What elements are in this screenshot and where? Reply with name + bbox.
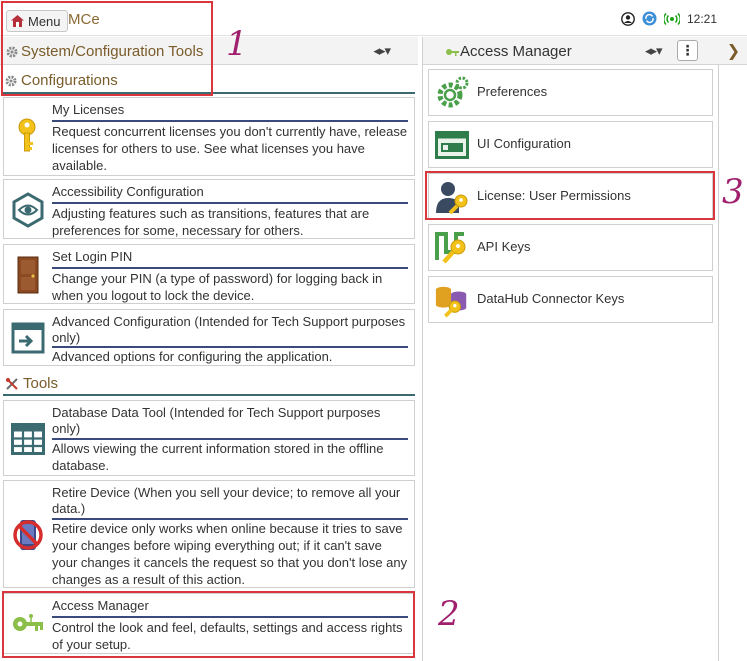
api-keys-label: API Keys [477,239,531,254]
card-description: Advanced options for configuring the app… [52,349,333,364]
menu-button[interactable]: Menu [6,10,68,32]
key-icon [8,116,48,156]
circuit-key-icon [8,604,48,644]
table-icon [8,419,48,459]
user-key-icon [434,179,470,215]
card-description: Request concurrent licenses you don't cu… [52,124,408,173]
more-options-button[interactable]: ⋮ [677,40,698,61]
access-manager-card[interactable]: Access Manager Control the look and feel… [3,593,415,654]
annotation-number-2: 2 [438,594,460,634]
my-licenses-card[interactable]: My Licenses Request concurrent licenses … [3,97,415,176]
card-title: Retire Device (When you sell your device… [52,485,401,516]
eye-cube-icon [8,190,48,230]
right-panel-header: Access Manager ◂▸▾ ⋮ [423,37,720,65]
circuit-key-icon [446,49,459,56]
card-description: Change your PIN (a type of password) for… [52,271,383,303]
no-device-icon [8,515,48,555]
card-title: My Licenses [52,102,125,117]
annotation-number-3: 3 [722,172,744,212]
set-login-pin-card[interactable]: Set Login PIN Change your PIN (a type of… [3,244,415,304]
next-panel-chevron-icon[interactable]: ❯ [720,37,747,65]
user-icon[interactable] [621,11,635,26]
card-title: Access Manager [52,598,149,613]
accessibility-configuration-card[interactable]: Accessibility Configuration Adjusting fe… [3,179,415,239]
card-description: Retire device only works when online bec… [52,521,408,587]
menu-label: Menu [28,13,61,29]
configurations-label: Configurations [21,72,118,89]
access-manager-panel: Access Manager ◂▸▾ ⋮ Preferences UI Conf… [422,37,720,661]
database-data-tool-card[interactable]: Database Data Tool (Intended for Tech Su… [3,400,415,476]
api-key-icon [434,230,470,266]
card-divider [52,267,408,269]
datahub-connector-keys-label: DataHub Connector Keys [477,291,625,306]
left-panel-title: System/Configuration Tools [21,43,204,60]
ui-configuration-item[interactable]: UI Configuration [428,121,713,168]
card-title: Advanced Configuration (Intended for Tec… [52,314,406,345]
right-panel-title: Access Manager [460,43,572,60]
card-divider [52,120,408,122]
tools-icon [6,377,18,390]
ui-configuration-label: UI Configuration [477,136,571,151]
advanced-configuration-card[interactable]: Advanced Configuration (Intended for Tec… [3,309,415,366]
card-description: Allows viewing the current information s… [52,441,384,473]
configurations-section-title: Configurations [5,72,118,89]
section-divider [3,394,415,396]
card-description: Adjusting features such as transitions, … [52,206,370,238]
house-icon [11,15,24,27]
tools-label: Tools [23,375,59,392]
gear-icon [5,75,17,86]
tools-section-title: Tools [5,375,58,392]
top-bar: Menu MCe 12:21 [0,0,747,36]
retire-device-card[interactable]: Retire Device (When you sell your device… [3,480,415,588]
card-divider [52,202,408,204]
status-area: 12:21 [621,11,717,26]
clock: 12:21 [686,11,717,26]
api-keys-item[interactable]: API Keys [428,224,713,271]
ui-window-icon [434,127,470,163]
card-description: Control the look and feel, defaults, set… [52,620,403,652]
license-user-permissions-item[interactable]: License: User Permissions [428,173,713,220]
preferences-label: Preferences [477,84,548,99]
door-icon [8,255,48,295]
gears-icon [434,75,470,111]
preferences-item[interactable]: Preferences [428,69,713,116]
gear-icon [6,46,18,58]
signal-icon [663,12,680,25]
annotation-number-1: 1 [226,24,248,64]
database-key-icon [434,282,470,318]
window-arrow-icon [8,318,48,358]
card-divider [52,616,408,618]
card-title: Database Data Tool (Intended for Tech Su… [52,405,381,436]
datahub-connector-keys-item[interactable]: DataHub Connector Keys [428,276,713,323]
system-configuration-panel: System/Configuration Tools ◂▸▾ Configura… [0,37,418,661]
card-title: Set Login PIN [52,249,133,264]
license-user-permissions-label: License: User Permissions [477,188,631,203]
panel-toggle-button[interactable]: ◂▸▾ [645,43,663,59]
left-panel-header: System/Configuration Tools ◂▸▾ [0,37,418,65]
card-title: Accessibility Configuration [52,184,204,199]
panel-toggle-button[interactable]: ◂▸▾ [373,43,391,59]
sync-icon[interactable] [642,11,657,26]
app-name: MCe [68,11,100,28]
section-divider [3,92,415,94]
